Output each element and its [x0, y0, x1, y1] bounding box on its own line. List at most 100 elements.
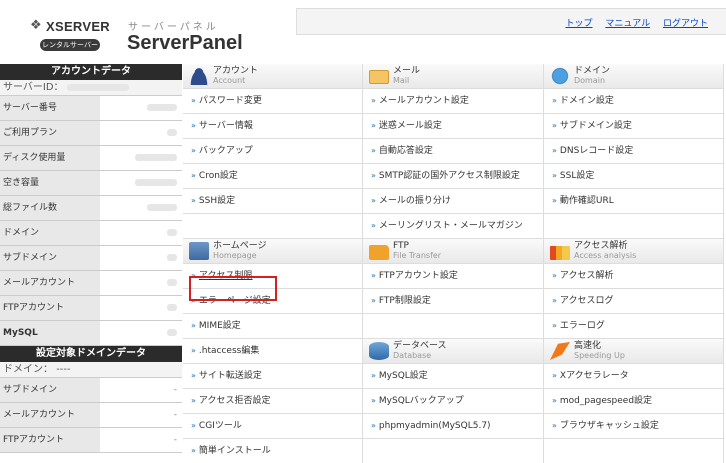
- section-account-header: アカウント Account: [183, 64, 363, 89]
- arrow-icon: »: [371, 121, 376, 130]
- menu-link[interactable]: » サーバー情報: [183, 114, 363, 139]
- home-icon: [189, 242, 209, 260]
- menu-link[interactable]: » FTP制限設定: [363, 289, 544, 314]
- section-title: FTP: [393, 241, 409, 251]
- menu-link[interactable]: » 簡単インストール: [183, 439, 363, 463]
- menu-grid: アカウント Account メール Mail ドメイン Domain » パスワード変更…: [183, 64, 724, 463]
- chart-icon: [550, 245, 570, 260]
- menu-link[interactable]: » SSH設定: [183, 189, 363, 214]
- menu-link[interactable]: » phpmyadmin(MySQL5.7): [363, 414, 544, 439]
- section-subtitle: Database: [393, 351, 432, 360]
- section-database-header: データベース Database: [363, 339, 544, 364]
- menu-link[interactable]: » バックアップ: [183, 139, 363, 164]
- section-subtitle: Speeding Up: [574, 351, 625, 360]
- menu-link[interactable]: » Cron設定: [183, 164, 363, 189]
- arrow-icon: »: [552, 421, 557, 430]
- menu-link[interactable]: » SSL設定: [544, 164, 724, 189]
- arrow-icon: »: [191, 371, 196, 380]
- menu-link[interactable]: » パスワード変更: [183, 89, 363, 114]
- menu-link[interactable]: » ブラウザキャッシュ設定: [544, 414, 724, 439]
- menu-link[interactable]: » アクセス拒否設定: [183, 389, 363, 414]
- menu-link[interactable]: » メーリングリスト・メールマガジン: [363, 214, 544, 239]
- logout-link[interactable]: ログアウト: [663, 19, 708, 29]
- menu-link[interactable]: » MySQLバックアップ: [363, 389, 544, 414]
- menu-link[interactable]: » MIME設定: [183, 314, 363, 339]
- manual-link[interactable]: マニュアル: [605, 19, 650, 29]
- domain-label: ドメイン：: [3, 364, 53, 375]
- menu-link[interactable]: » .htaccess編集: [183, 339, 363, 364]
- menu-link[interactable]: » mod_pagespeed設定: [544, 389, 724, 414]
- menu-link[interactable]: » 自動応答設定: [363, 139, 544, 164]
- menu-link[interactable]: » SMTP認証の国外アクセス制限設定: [363, 164, 544, 189]
- arrow-icon: »: [371, 296, 376, 305]
- arrow-icon: »: [552, 396, 557, 405]
- server-id-value-redacted: [66, 83, 129, 91]
- menu-link[interactable]: » サブドメイン設定: [544, 114, 724, 139]
- arrow-icon: »: [552, 121, 557, 130]
- sidebar-row-value: [100, 246, 182, 270]
- target-domain: ドメイン： ----: [0, 362, 182, 378]
- sidebar-row-label: 総ファイル数: [0, 196, 100, 220]
- section-title: ホームページ: [213, 241, 267, 251]
- arrow-icon: »: [191, 396, 196, 405]
- menu-row: » サーバー情報 » 迷惑メール設定 » サブドメイン設定: [183, 114, 724, 139]
- speed-icon: [550, 342, 570, 360]
- section-title: 高速化: [574, 341, 602, 351]
- empty-cell: [544, 214, 724, 239]
- sidebar-row-value: -: [100, 378, 182, 402]
- menu-link[interactable]: » エラーログ: [544, 314, 724, 339]
- highlight-box: [189, 276, 277, 301]
- section-analysis-header: アクセス解析 Access analysis: [544, 239, 724, 264]
- arrow-icon: »: [552, 271, 557, 280]
- menu-link[interactable]: » サイト転送設定: [183, 364, 363, 389]
- menu-row: » メーリングリスト・メールマガジン: [183, 214, 724, 239]
- menu-row: » パスワード変更 » メールアカウント設定 » ドメイン設定: [183, 89, 724, 114]
- arrow-icon: »: [191, 346, 196, 355]
- section-header-row: ホームページ Homepage FTP File Transfer アクセス解析 Ac…: [183, 239, 724, 264]
- section-subtitle: Domain: [574, 76, 606, 85]
- sidebar-row-value: [100, 321, 182, 345]
- sidebar-row-label: サブドメイン: [0, 378, 100, 402]
- sidebar-row-value: [100, 296, 182, 320]
- arrow-icon: »: [191, 446, 196, 455]
- menu-link[interactable]: » FTPアカウント設定: [363, 264, 544, 289]
- menu-link[interactable]: » アクセス解析: [544, 264, 724, 289]
- arrow-icon: »: [371, 196, 376, 205]
- menu-link[interactable]: » 迷惑メール設定: [363, 114, 544, 139]
- sidebar-row-label: FTPアカウント: [0, 428, 100, 452]
- top-link[interactable]: トップ: [565, 19, 592, 29]
- menu-link[interactable]: » 動作確認URL: [544, 189, 724, 214]
- sidebar-row: FTPアカウント -: [0, 428, 182, 453]
- menu-row: » Cron設定 » SMTP認証の国外アクセス制限設定 » SSL設定: [183, 164, 724, 189]
- section-subtitle: Homepage: [213, 251, 257, 260]
- sidebar-row: 総ファイル数: [0, 196, 182, 221]
- xserver-logo[interactable]: ❖ XSERVER レンタルサーバー: [30, 18, 122, 54]
- panel-subtitle: サーバーパネル: [128, 22, 219, 33]
- menu-row: » .htaccess編集 データベース Database 高速化 Speeding …: [183, 339, 724, 364]
- arrow-icon: »: [371, 221, 376, 230]
- sidebar-row-value: [100, 171, 182, 195]
- menu-link[interactable]: » MySQL設定: [363, 364, 544, 389]
- menu-link[interactable]: » DNSレコード設定: [544, 139, 724, 164]
- menu-link[interactable]: » Xアクセラレータ: [544, 364, 724, 389]
- menu-link[interactable]: » メールの振り分け: [363, 189, 544, 214]
- menu-link[interactable]: » CGIツール: [183, 414, 363, 439]
- menu-link[interactable]: » アクセスログ: [544, 289, 724, 314]
- folder-icon: [369, 244, 389, 260]
- sidebar-row-label: サーバー番号: [0, 96, 100, 120]
- logo-badge: レンタルサーバー: [40, 39, 100, 51]
- menu-link[interactable]: » メールアカウント設定: [363, 89, 544, 114]
- sidebar-row: MySQL: [0, 321, 182, 346]
- arrow-icon: »: [552, 96, 557, 105]
- sidebar-row-label: サブドメイン: [0, 246, 100, 270]
- arrow-icon: »: [552, 171, 557, 180]
- sidebar-row-value: [100, 196, 182, 220]
- sidebar-row: FTPアカウント: [0, 296, 182, 321]
- empty-cell: [363, 314, 544, 339]
- section-title: アクセス解析: [574, 241, 628, 251]
- section-header-row: アカウント Account メール Mail ドメイン Domain: [183, 64, 724, 89]
- menu-link[interactable]: » ドメイン設定: [544, 89, 724, 114]
- mail-icon: [369, 70, 389, 84]
- sidebar-row: 空き容量: [0, 171, 182, 196]
- arrow-icon: »: [371, 371, 376, 380]
